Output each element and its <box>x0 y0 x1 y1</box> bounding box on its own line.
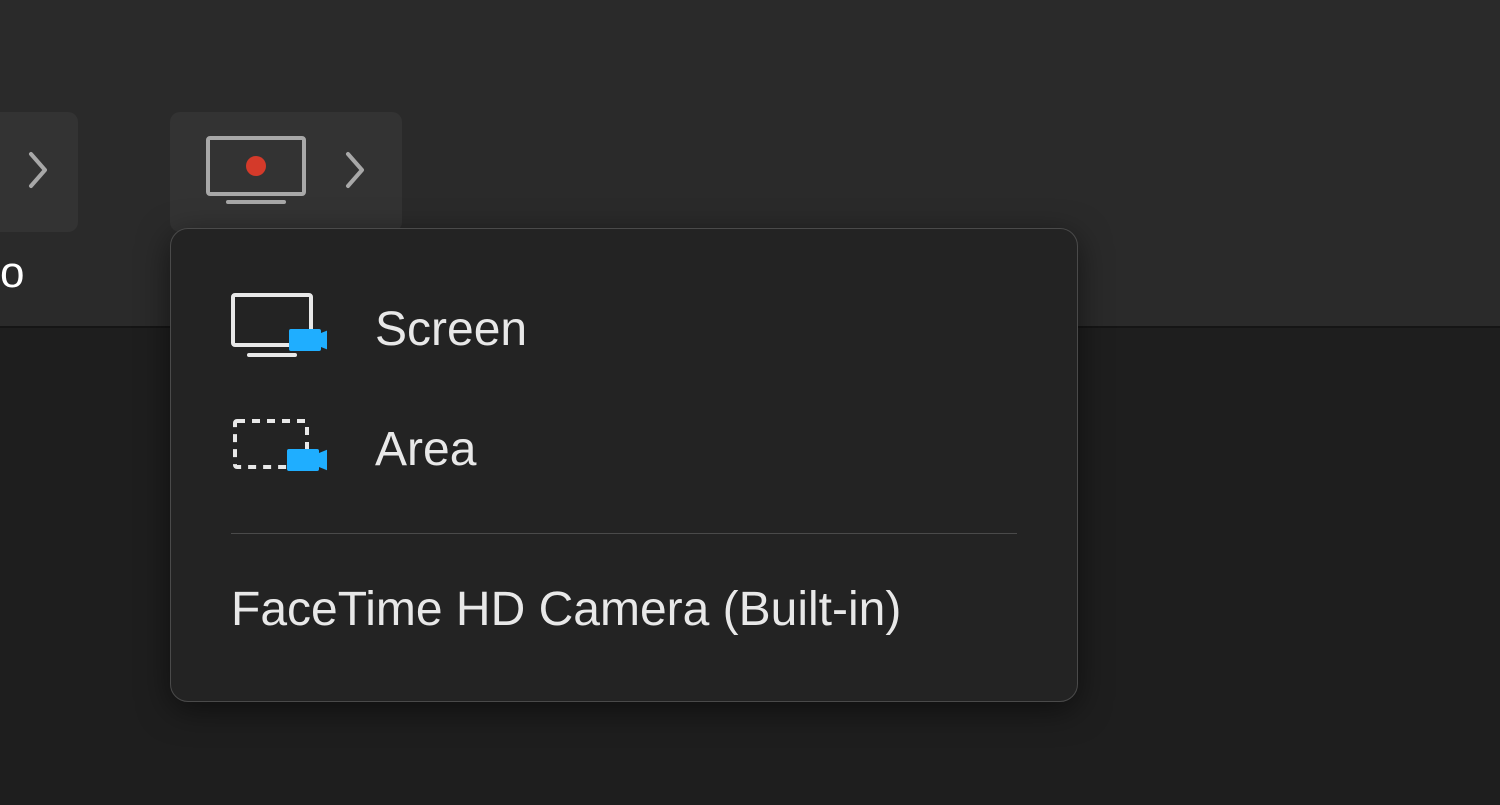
menu-item-area[interactable]: Area <box>171 389 1077 509</box>
menu-item-label: FaceTime HD Camera (Built-in) <box>231 583 901 636</box>
record-source-dropdown: Screen Area FaceTime HD Camera (Built-in… <box>170 228 1078 702</box>
toolbar-partial-label: o <box>0 248 24 298</box>
record-screen-button[interactable] <box>170 112 402 232</box>
chevron-right-icon <box>27 150 51 195</box>
menu-item-camera[interactable]: FaceTime HD Camera (Built-in) <box>171 558 1077 661</box>
menu-divider <box>231 533 1017 534</box>
screen-record-icon <box>231 293 327 365</box>
area-record-icon <box>231 413 327 485</box>
menu-item-screen[interactable]: Screen <box>171 269 1077 389</box>
menu-item-label: Area <box>375 422 476 477</box>
chevron-right-icon <box>344 150 368 195</box>
toolbar-prev-button[interactable] <box>0 112 78 232</box>
record-monitor-icon <box>204 134 308 211</box>
menu-item-label: Screen <box>375 302 527 357</box>
